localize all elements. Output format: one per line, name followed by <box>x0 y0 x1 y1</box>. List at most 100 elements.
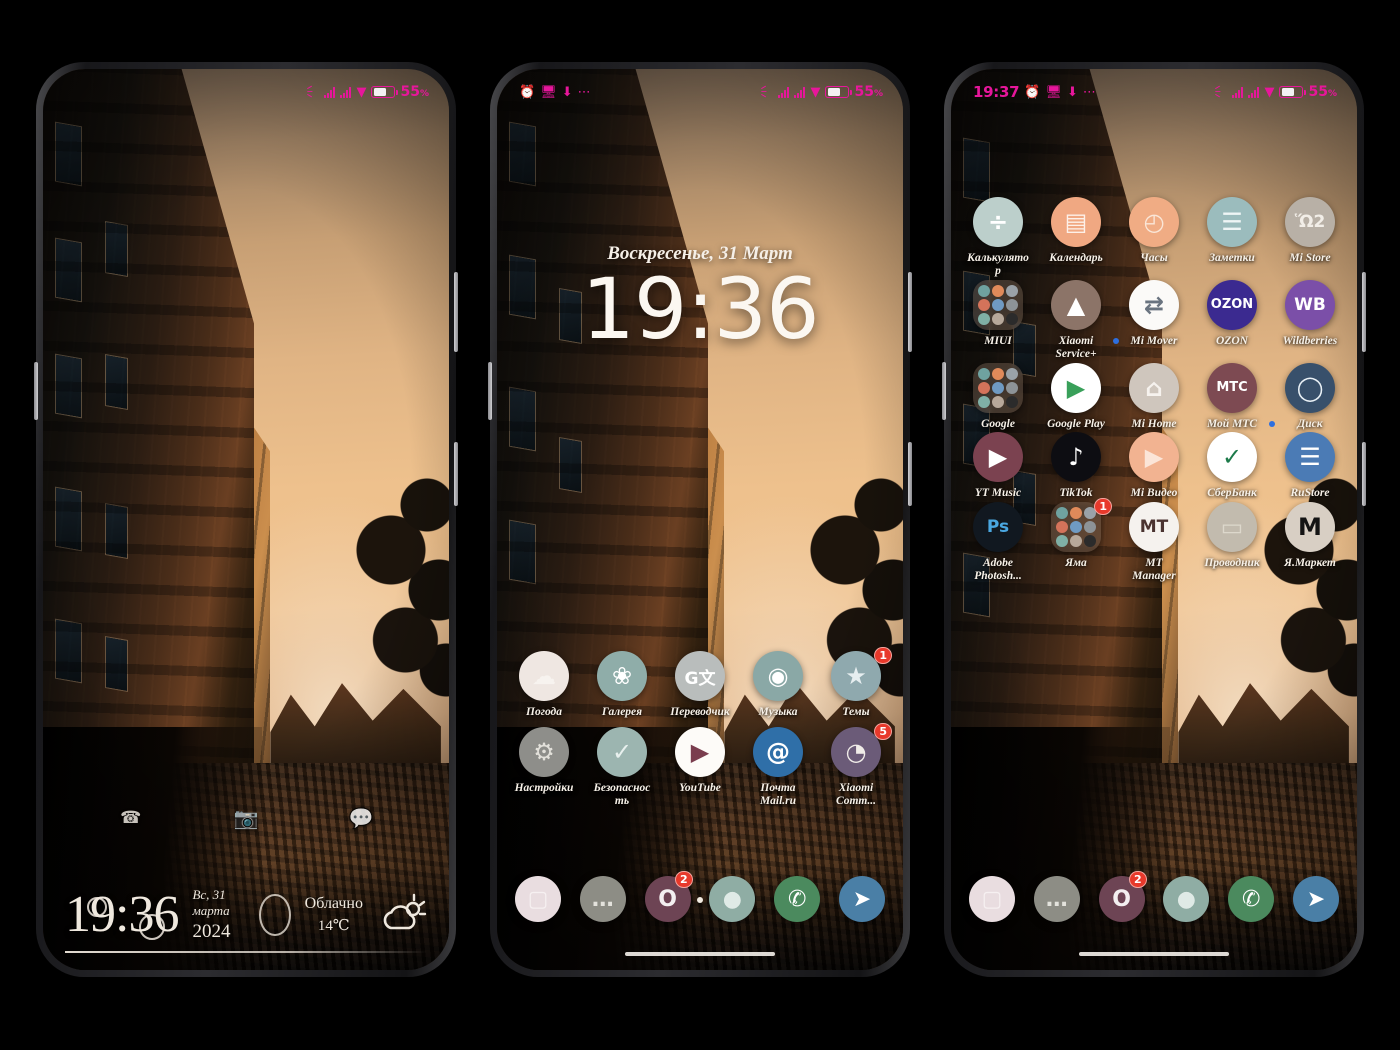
status-right: 🗧 ▼ 55% <box>1214 84 1337 100</box>
app-yandex-market[interactable]: M Я.Маркет <box>1271 502 1349 583</box>
dock-opera[interactable]: O2 <box>644 871 693 922</box>
phone3-power-button[interactable] <box>1362 442 1366 506</box>
phone1-power-button[interactable] <box>454 442 458 506</box>
folder-google[interactable]: Google <box>959 362 1037 431</box>
folder-miui[interactable]: MIUI <box>959 279 1037 361</box>
notification-badge: 1 <box>1094 498 1112 516</box>
bluetooth-icon: 🗧 <box>1214 84 1228 100</box>
app-yt-music[interactable]: ▶ YT Music <box>959 432 1037 500</box>
home-indicator[interactable] <box>1079 952 1229 956</box>
dock-opera[interactable]: O2 <box>1098 871 1147 922</box>
app-xiaomi-service[interactable]: ▲ Xiaomi Service+ <box>1037 279 1115 361</box>
app-label: Музыка <box>758 706 798 718</box>
wifi-icon: ▼ <box>356 84 367 100</box>
tiktok-icon: ♪ <box>1051 432 1101 483</box>
dock-whatsapp[interactable]: ✆ <box>774 876 821 922</box>
app-calculator[interactable]: ÷ Калькулятор <box>959 197 1037 278</box>
message-shortcut[interactable]: 💬 <box>304 805 419 831</box>
app-mt-manager[interactable]: MT MT Manager <box>1115 502 1193 583</box>
status-dot <box>1113 337 1119 344</box>
app-sberbank[interactable]: ✓ СберБанк <box>1193 432 1271 500</box>
app-photoshop[interactable]: Ps Adobe Photosh... <box>959 502 1037 583</box>
app-label: Я.Маркет <box>1284 557 1336 570</box>
status-left: ⏰ 🖥 ⬇ ⋯ <box>519 85 592 100</box>
app-label: Часы <box>1140 252 1168 264</box>
dock-whatsapp[interactable]: ✆ <box>1228 876 1275 922</box>
google-play-icon: ▶ <box>1051 362 1101 413</box>
folder-yama[interactable]: 1 Яма <box>1037 498 1115 583</box>
app-music[interactable]: ◉ Музыка <box>739 651 817 719</box>
app-weather[interactable]: ☁ Погода <box>505 651 583 719</box>
dock-telegram[interactable]: ➤ <box>1292 876 1339 922</box>
app-youtube[interactable]: ▶ YouTube <box>661 726 739 808</box>
lockscreen-widget[interactable]: 19:36 Вс, 31 марта 2024 Облачно 14℃ <box>43 887 449 954</box>
app-settings[interactable]: ⚙ Настройки <box>505 726 583 808</box>
app-translate[interactable]: G文 Переводчик <box>661 651 739 719</box>
dock-camera[interactable]: ▢ <box>515 876 561 922</box>
browser-icon: ● <box>709 876 756 922</box>
app-file-explorer[interactable]: ▭ Проводник <box>1193 502 1271 583</box>
camera-shortcut[interactable]: 📷 <box>188 805 303 831</box>
lock-shortcuts: ☎ 📷 💬 <box>43 805 449 831</box>
app-mi-video[interactable]: ▶ Mi Видео <box>1115 432 1193 500</box>
app-wildberries[interactable]: WB Wildberries <box>1271 279 1349 361</box>
phone1-volume-button[interactable] <box>454 272 458 352</box>
app-label: RuStore <box>1290 487 1330 500</box>
app-label: Mi Видео <box>1130 487 1178 500</box>
app-ozon[interactable]: OZON OZON <box>1193 279 1271 361</box>
phone3-left-button[interactable] <box>942 362 946 420</box>
phone-shortcut[interactable]: ☎ <box>73 805 188 831</box>
app-notes[interactable]: ☰ Заметки <box>1193 197 1271 278</box>
mi-video-icon: ▶ <box>1129 432 1179 483</box>
wifi-icon: ▼ <box>810 84 821 100</box>
phone2-volume-button[interactable] <box>908 272 912 352</box>
app-gallery[interactable]: ❀ Галерея <box>583 651 661 719</box>
phone1-left-button[interactable] <box>34 362 38 420</box>
yandex-market-icon: M <box>1285 502 1335 553</box>
status-dot <box>1269 420 1275 427</box>
app-xiaomi-community[interactable]: ◔ 5 Xiaomi Comm... <box>817 722 895 808</box>
dock-messages[interactable]: … <box>579 876 626 922</box>
signal-sim2-icon <box>794 86 806 98</box>
app-clock[interactable]: ◴ Часы <box>1115 197 1193 278</box>
app-mi-home[interactable]: ⌂ Mi Home <box>1115 362 1193 431</box>
shopping-cart-icon: Ὥ2 <box>1285 197 1335 247</box>
dock-browser[interactable]: ● <box>1163 876 1210 922</box>
dock-telegram[interactable]: ➤ <box>838 876 885 922</box>
app-themes[interactable]: ★ 1 Темы <box>817 647 895 719</box>
app-label: OZON <box>1216 334 1248 347</box>
status-clock: 19:37 <box>973 83 1020 101</box>
phone2-left-button[interactable] <box>488 362 492 420</box>
wallpaper <box>497 69 903 970</box>
phone-app-drawer: 19:37 ⏰ 🖥 ⬇ ⋯ 🗧 ▼ 55% ÷ Калькулятор ▤ Кален… <box>942 62 1366 977</box>
lock-date: Вс, 31 марта 2024 <box>192 887 231 942</box>
app-rustore[interactable]: ☰ RuStore <box>1271 432 1349 500</box>
home-indicator[interactable] <box>625 952 775 956</box>
app-mailru[interactable]: @ Почта Mail.ru <box>739 726 817 808</box>
dock-camera[interactable]: ▢ <box>969 876 1015 922</box>
app-calendar[interactable]: ▤ Календарь <box>1037 197 1115 278</box>
screenshot-icon: 🖥 <box>540 84 557 100</box>
app-security[interactable]: ✓ Безопасность <box>583 726 661 808</box>
dock-browser[interactable]: ● <box>709 876 756 922</box>
message-bubble-icon: … <box>1033 876 1080 922</box>
ozon-icon: OZON <box>1207 279 1257 330</box>
status-bar: ⏰ 🖥 ⬇ ⋯ 🗧 ▼ 55% <box>497 69 903 109</box>
app-tiktok[interactable]: ♪ TikTok <box>1037 432 1115 500</box>
widget-divider <box>65 951 427 954</box>
app-label: YT Music <box>974 487 1022 500</box>
app-yandex-disk[interactable]: ◯ Диск <box>1269 362 1349 431</box>
phone2-power-button[interactable] <box>908 442 912 506</box>
app-label: Google Play <box>1047 417 1105 430</box>
dock-messages[interactable]: … <box>1033 876 1080 922</box>
notification-badge: 1 <box>874 647 892 664</box>
app-mi-mover[interactable]: ⇄ Mi Mover <box>1113 279 1193 361</box>
app-mi-store[interactable]: Ὥ2 Mi Store <box>1271 197 1349 278</box>
app-google-play[interactable]: ▶ Google Play <box>1037 362 1115 431</box>
app-mts[interactable]: МТС Мой МТС <box>1193 362 1271 431</box>
wildberries-icon: WB <box>1285 279 1335 330</box>
notification-badge: 2 <box>1128 871 1147 888</box>
phone3-volume-button[interactable] <box>1362 272 1366 352</box>
mi-mover-icon: ⇄ <box>1129 279 1179 330</box>
phone-icon: ☎ <box>120 808 142 827</box>
